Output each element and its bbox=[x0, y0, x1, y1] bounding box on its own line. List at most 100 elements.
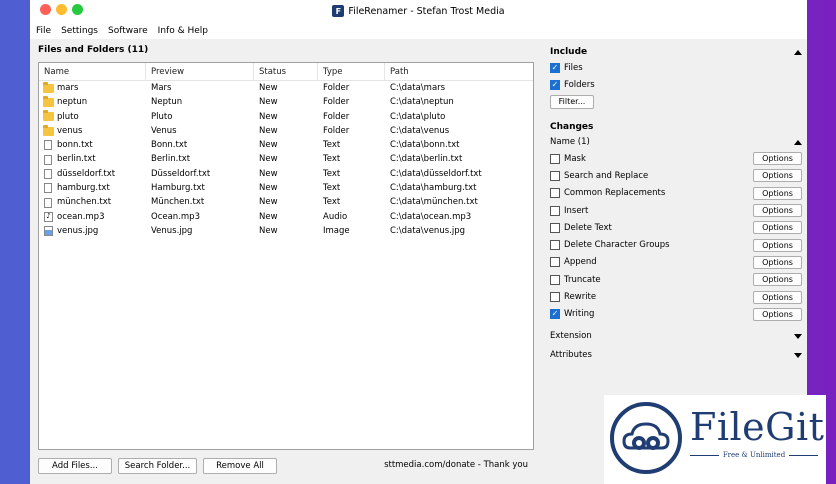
option-label: Delete Text bbox=[564, 222, 612, 233]
table-row[interactable]: neptun Neptun New Folder C:\data\neptun bbox=[39, 95, 533, 109]
options-panel: Include ✓ Files ✓ Folders Filter... Chan… bbox=[550, 45, 802, 365]
collapse-up-icon[interactable] bbox=[794, 139, 802, 145]
cell-preview: Berlin.txt bbox=[151, 154, 191, 165]
name-option-row: ✓ Writing Options bbox=[550, 306, 802, 323]
cell-type: Text bbox=[323, 183, 341, 194]
files-title: Files and Folders (11) bbox=[38, 45, 149, 55]
table-row[interactable]: berlin.txt Berlin.txt New Text C:\data\berli… bbox=[39, 152, 533, 166]
option-checkbox[interactable] bbox=[550, 170, 560, 181]
option-label: Truncate bbox=[564, 274, 601, 285]
cell-name: berlin.txt bbox=[39, 152, 146, 166]
expand-down-icon[interactable] bbox=[794, 333, 802, 339]
cell-type: Audio bbox=[323, 211, 348, 222]
option-checkbox[interactable] bbox=[550, 274, 560, 285]
column-status[interactable]: Status bbox=[254, 63, 318, 80]
donate-link[interactable]: sttmedia.com/donate - Thank you bbox=[384, 460, 528, 470]
options-button[interactable]: Options bbox=[753, 307, 802, 321]
options-button[interactable]: Options bbox=[753, 221, 802, 235]
cell-status: New bbox=[259, 183, 278, 194]
remove-all-button[interactable]: Remove All bbox=[203, 458, 277, 474]
search-folder-button[interactable]: Search Folder... bbox=[118, 458, 197, 474]
file-list[interactable]: Name Preview Status Type Path mars Mars Ne… bbox=[38, 62, 534, 450]
watermark-tagline: Free & Unlimited bbox=[722, 451, 786, 459]
cell-preview: Pluto bbox=[151, 111, 173, 122]
expand-down-icon[interactable] bbox=[794, 352, 802, 358]
column-preview[interactable]: Preview bbox=[146, 63, 254, 80]
cell-path: C:\data\neptun bbox=[390, 97, 454, 108]
option-checkbox[interactable] bbox=[550, 153, 560, 164]
options-button[interactable]: Options bbox=[753, 273, 802, 287]
menu-file[interactable]: File bbox=[36, 26, 51, 36]
table-row[interactable]: mars Mars New Folder C:\data\mars bbox=[39, 81, 533, 95]
cell-path: C:\data\bonn.txt bbox=[390, 140, 460, 151]
options-button[interactable]: Options bbox=[753, 238, 802, 252]
file-list-header: Name Preview Status Type Path bbox=[39, 63, 533, 81]
cell-name: ♪ ocean.mp3 bbox=[39, 210, 146, 224]
filter-button[interactable]: Filter... bbox=[550, 94, 594, 109]
options-button[interactable]: Options bbox=[753, 169, 802, 183]
file-buttons: Add Files... Search Folder... Remove All… bbox=[38, 458, 534, 474]
menu-software[interactable]: Software bbox=[108, 26, 148, 36]
cell-status: New bbox=[259, 125, 278, 136]
cell-path: C:\data\venus bbox=[390, 125, 450, 136]
option-checkbox[interactable] bbox=[550, 257, 560, 268]
column-name[interactable]: Name bbox=[39, 63, 146, 80]
name-option-row: Common Replacements Options bbox=[550, 185, 802, 202]
options-button[interactable]: Options bbox=[753, 152, 802, 166]
option-checkbox[interactable] bbox=[550, 205, 560, 216]
include-folders-option[interactable]: ✓ Folders bbox=[550, 76, 802, 93]
option-checkbox[interactable] bbox=[550, 240, 560, 251]
table-row[interactable]: bonn.txt Bonn.txt New Text C:\data\bonn.txt bbox=[39, 138, 533, 152]
extension-section-header[interactable]: Extension bbox=[550, 327, 802, 346]
options-button[interactable]: Options bbox=[753, 186, 802, 200]
include-folders-checkbox[interactable]: ✓ bbox=[550, 79, 560, 90]
attributes-section-header[interactable]: Attributes bbox=[550, 346, 802, 365]
cell-status: New bbox=[259, 197, 278, 208]
collapse-up-icon[interactable] bbox=[794, 49, 802, 55]
cell-status: New bbox=[259, 225, 278, 236]
close-window-button[interactable] bbox=[40, 4, 51, 15]
option-checkbox[interactable]: ✓ bbox=[550, 309, 560, 320]
attributes-label: Attributes bbox=[550, 350, 592, 361]
table-row[interactable]: ♪ ocean.mp3 Ocean.mp3 New Audio C:\data\ocean… bbox=[39, 210, 533, 224]
table-row[interactable]: hamburg.txt Hamburg.txt New Text C:\data\ham… bbox=[39, 181, 533, 195]
name-section-header[interactable]: Name (1) bbox=[550, 134, 802, 150]
name-option-row: Truncate Options bbox=[550, 271, 802, 288]
options-button[interactable]: Options bbox=[753, 255, 802, 269]
files-panel: Files and Folders (11) Name Preview Stat… bbox=[38, 45, 534, 474]
table-row[interactable]: pluto Pluto New Folder C:\data\pluto bbox=[39, 110, 533, 124]
option-checkbox[interactable] bbox=[550, 188, 560, 199]
file-rows: mars Mars New Folder C:\data\mars neptun Neptu… bbox=[39, 81, 533, 238]
menu-info-help[interactable]: Info & Help bbox=[158, 26, 208, 36]
options-button[interactable]: Options bbox=[753, 204, 802, 218]
extension-label: Extension bbox=[550, 331, 592, 342]
column-path[interactable]: Path bbox=[385, 63, 525, 80]
include-files-checkbox[interactable]: ✓ bbox=[550, 62, 560, 73]
file-name: ocean.mp3 bbox=[57, 211, 105, 222]
maximize-window-button[interactable] bbox=[72, 4, 83, 15]
include-header[interactable]: Include bbox=[550, 45, 802, 59]
file-name: düsseldorf.txt bbox=[57, 168, 116, 179]
option-label: Rewrite bbox=[564, 292, 597, 303]
table-row[interactable]: venus Venus New Folder C:\data\venus bbox=[39, 124, 533, 138]
cell-name: münchen.txt bbox=[39, 195, 146, 209]
watermark-tagline-row: Free & Unlimited bbox=[690, 451, 818, 459]
menu-settings[interactable]: Settings bbox=[61, 26, 98, 36]
table-row[interactable]: düsseldorf.txt Düsseldorf.txt New Text C:\da… bbox=[39, 167, 533, 181]
table-row[interactable]: münchen.txt München.txt New Text C:\data\mün… bbox=[39, 195, 533, 209]
file-name: bonn.txt bbox=[57, 140, 93, 151]
cell-path: C:\data\ocean.mp3 bbox=[390, 211, 472, 222]
name-options-list: Mask Options Search and Replace Options Comm… bbox=[550, 150, 802, 323]
add-files-button[interactable]: Add Files... bbox=[38, 458, 112, 474]
file-name: hamburg.txt bbox=[57, 183, 110, 194]
include-files-option[interactable]: ✓ Files bbox=[550, 59, 802, 76]
option-checkbox[interactable] bbox=[550, 292, 560, 303]
table-row[interactable]: venus.jpg Venus.jpg New Image C:\data\venus.… bbox=[39, 224, 533, 238]
options-button[interactable]: Options bbox=[753, 290, 802, 304]
cell-name: pluto bbox=[39, 110, 146, 124]
minimize-window-button[interactable] bbox=[56, 4, 67, 15]
option-checkbox[interactable] bbox=[550, 222, 560, 233]
menu-bar: File Settings Software Info & Help bbox=[30, 22, 807, 39]
column-type[interactable]: Type bbox=[318, 63, 385, 80]
filegit-logo-icon bbox=[610, 402, 682, 474]
